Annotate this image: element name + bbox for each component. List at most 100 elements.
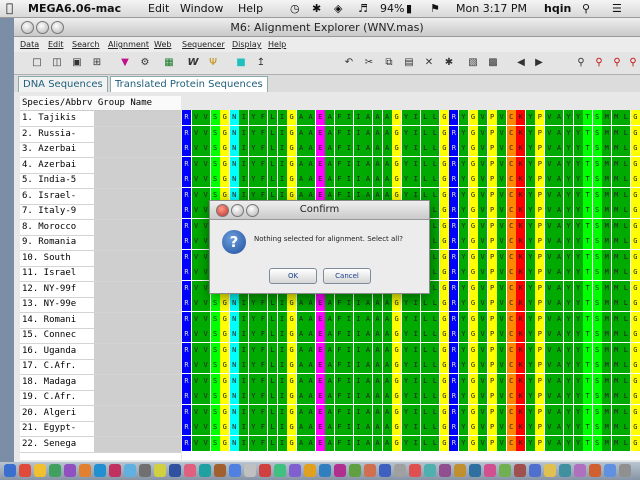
dock-app-icon[interactable]	[544, 464, 556, 477]
residue-cell[interactable]: I	[239, 373, 249, 389]
insert-gap-icon[interactable]: ▧	[466, 56, 480, 70]
residue-cell[interactable]: T	[583, 218, 593, 234]
residue-cell[interactable]: L	[430, 203, 440, 218]
align-clustal-icon[interactable]: ▼	[118, 56, 132, 70]
dock-app-icon[interactable]	[289, 464, 301, 477]
residue-cell[interactable]: T	[583, 373, 593, 389]
residue-cell[interactable]: G	[468, 110, 478, 125]
residue-cell[interactable]: V	[497, 373, 507, 389]
residue-cell[interactable]: A	[363, 435, 373, 451]
residue-cell[interactable]: A	[373, 435, 383, 451]
residue-cell[interactable]: G	[287, 404, 297, 420]
dock-app-icon[interactable]	[244, 464, 256, 477]
residue-cell[interactable]: G	[220, 296, 230, 311]
residue-cell[interactable]: C	[506, 249, 516, 265]
residue-cell[interactable]: V	[544, 218, 554, 234]
residue-cell[interactable]: P	[487, 311, 497, 327]
menu-display[interactable]: Display	[232, 40, 262, 49]
residue-cell[interactable]: M	[611, 203, 621, 218]
residue-cell[interactable]: M	[611, 172, 621, 187]
residue-cell[interactable]: V	[201, 125, 211, 141]
residue-cell[interactable]: Y	[401, 125, 411, 141]
residue-cell[interactable]: A	[306, 125, 316, 141]
flag-icon[interactable]: ⚑	[430, 2, 440, 15]
residue-cell[interactable]: F	[258, 311, 268, 327]
residue-cell[interactable]: V	[497, 435, 507, 451]
residue-cell[interactable]: L	[621, 187, 631, 203]
residue-cell[interactable]: I	[277, 435, 287, 451]
residue-cell[interactable]: G	[220, 389, 230, 404]
menu-edit-window[interactable]: Edit	[48, 40, 64, 49]
dock-app-icon[interactable]	[319, 464, 331, 477]
residue-cell[interactable]: F	[258, 125, 268, 141]
residue-cell[interactable]: V	[478, 404, 488, 420]
residue-cell[interactable]: V	[478, 389, 488, 404]
residue-cell[interactable]: G	[439, 420, 449, 435]
residue-cell[interactable]: E	[315, 125, 325, 141]
residue-cell[interactable]: L	[420, 156, 430, 172]
residue-cell[interactable]: E	[315, 296, 325, 311]
spotlight-icon[interactable]: ⚲	[582, 2, 590, 15]
residue-cell[interactable]: V	[201, 358, 211, 373]
residue-cell[interactable]: F	[334, 435, 344, 451]
residue-cell[interactable]: I	[239, 156, 249, 172]
residue-cell[interactable]: P	[487, 265, 497, 280]
residue-cell[interactable]: I	[411, 110, 421, 125]
apple-icon[interactable]: 	[6, 1, 13, 15]
residue-cell[interactable]: V	[478, 373, 488, 389]
residue-cell[interactable]: Y	[525, 172, 535, 187]
group-name-cell[interactable]	[94, 219, 181, 235]
residue-cell[interactable]: R	[182, 327, 192, 342]
residue-cell[interactable]: R	[182, 342, 192, 358]
residue-cell[interactable]: G	[439, 373, 449, 389]
residue-cell[interactable]: R	[449, 389, 459, 404]
find-icon[interactable]: ⚲	[574, 56, 588, 70]
residue-cell[interactable]: V	[201, 296, 211, 311]
residue-cell[interactable]: G	[468, 404, 478, 420]
residue-cell[interactable]: A	[325, 420, 335, 435]
dock-app-icon[interactable]	[124, 464, 136, 477]
residue-cell[interactable]: Y	[564, 234, 574, 249]
residue-cell[interactable]: G	[392, 420, 402, 435]
residue-cell[interactable]: S	[592, 203, 602, 218]
residue-cell[interactable]: A	[363, 125, 373, 141]
residue-cell[interactable]: C	[506, 172, 516, 187]
residue-cell[interactable]: A	[296, 342, 306, 358]
residue-cell[interactable]: S	[592, 296, 602, 311]
residue-cell[interactable]: Y	[401, 373, 411, 389]
dock-app-icon[interactable]	[304, 464, 316, 477]
residue-cell[interactable]: R	[449, 218, 459, 234]
residue-cell[interactable]: R	[182, 435, 192, 451]
residue-cell[interactable]: S	[592, 404, 602, 420]
residue-cell[interactable]: A	[554, 280, 564, 296]
residue-cell[interactable]: S	[210, 125, 220, 141]
residue-cell[interactable]: V	[478, 203, 488, 218]
residue-cell[interactable]: A	[363, 172, 373, 187]
residue-cell[interactable]: G	[439, 187, 449, 203]
residue-cell[interactable]: F	[334, 358, 344, 373]
dock-app-icon[interactable]	[274, 464, 286, 477]
residue-cell[interactable]: S	[592, 110, 602, 125]
residue-cell[interactable]: Y	[564, 141, 574, 156]
residue-cell[interactable]: Y	[573, 389, 583, 404]
residue-cell[interactable]: S	[210, 358, 220, 373]
residue-cell[interactable]: Y	[525, 404, 535, 420]
residue-cell[interactable]: Y	[564, 280, 574, 296]
residue-cell[interactable]: F	[258, 110, 268, 125]
residue-cell[interactable]: T	[583, 420, 593, 435]
residue-cell[interactable]: G	[220, 311, 230, 327]
residue-cell[interactable]: L	[420, 404, 430, 420]
residue-cell[interactable]: G	[220, 373, 230, 389]
residue-cell[interactable]: Y	[573, 420, 583, 435]
residue-cell[interactable]: L	[267, 420, 277, 435]
residue-cell[interactable]: L	[267, 125, 277, 141]
residue-cell[interactable]: L	[430, 296, 440, 311]
residue-cell[interactable]: L	[430, 373, 440, 389]
residue-cell[interactable]: L	[267, 389, 277, 404]
residue-cell[interactable]: G	[392, 296, 402, 311]
residue-cell[interactable]: M	[602, 234, 612, 249]
residue-cell[interactable]: V	[478, 156, 488, 172]
residue-cell[interactable]: P	[535, 249, 545, 265]
residue-cell[interactable]: Y	[248, 125, 258, 141]
residue-cell[interactable]: A	[373, 420, 383, 435]
